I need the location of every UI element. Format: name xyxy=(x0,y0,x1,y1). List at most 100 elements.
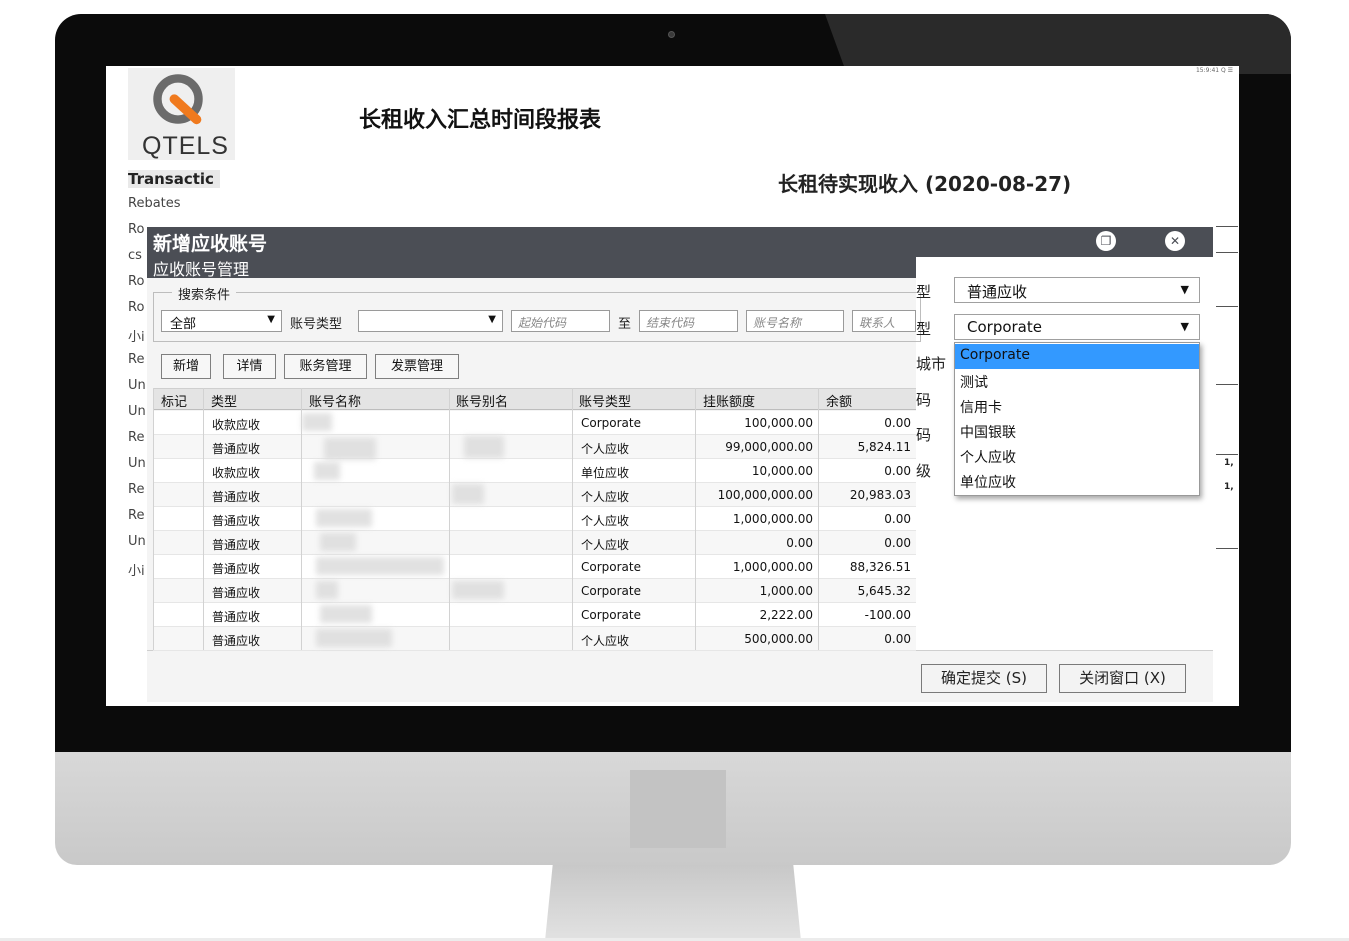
camera-icon xyxy=(668,31,675,38)
sidebar-item-transactions[interactable]: Transactic xyxy=(128,170,220,188)
grid-divider xyxy=(818,388,819,650)
receivable-type-select[interactable]: 普通应收 ▼ xyxy=(954,277,1200,303)
cell-account-type: 个人应收 xyxy=(581,514,630,528)
cell-type: 普通应收 xyxy=(212,490,261,504)
cell-credit: 1,000,000.00 xyxy=(732,560,813,574)
form-label: 级 xyxy=(916,462,932,480)
monitor-logo xyxy=(630,770,726,848)
contact-input[interactable]: 联系人 xyxy=(852,310,916,332)
cell-balance: 0.00 xyxy=(884,512,911,526)
account-type-form-select[interactable]: Corporate ▼ xyxy=(954,314,1200,340)
grid-divider xyxy=(449,388,450,650)
report-rule xyxy=(1216,226,1238,227)
end-code-input[interactable]: 结束代码 xyxy=(639,310,738,332)
cell-credit: 10,000.00 xyxy=(751,464,813,478)
cell-credit: 2,222.00 xyxy=(759,608,813,622)
account-type-select[interactable]: ▼ xyxy=(358,310,503,332)
dropdown-option[interactable]: 测试 xyxy=(955,369,1199,394)
form-label: 码 xyxy=(916,391,932,409)
invoice-button[interactable]: 发票管理 xyxy=(375,354,459,379)
cell-balance: 5,645.32 xyxy=(857,584,911,598)
redacted-cell xyxy=(464,436,504,458)
form-label: 城市 xyxy=(916,355,947,373)
dropdown-option-corporate[interactable]: Corporate xyxy=(955,344,1199,369)
dialog-title: 新增应收账号 xyxy=(153,233,268,255)
account-type-form-value: Corporate xyxy=(967,318,1042,336)
report-rule xyxy=(1216,252,1238,253)
column-header-credit-limit[interactable]: 挂账额度 xyxy=(703,391,755,410)
caret-down-icon: ▼ xyxy=(488,314,496,325)
column-header-flag[interactable]: 标记 xyxy=(161,391,187,410)
cell-balance: 20,983.03 xyxy=(849,488,911,502)
redacted-cell xyxy=(316,509,372,527)
report-value: 1, xyxy=(1224,482,1234,492)
report-title: 长租收入汇总时间段报表 xyxy=(359,108,602,133)
cell-account-type: 个人应收 xyxy=(581,634,630,648)
report-rule xyxy=(1216,454,1238,455)
cell-account-type: Corporate xyxy=(581,560,641,574)
redacted-cell xyxy=(320,605,372,623)
cell-type: 普通应收 xyxy=(212,610,261,624)
dropdown-option[interactable]: 单位应收 xyxy=(955,469,1199,494)
cell-balance: 0.00 xyxy=(884,464,911,478)
report-subtitle: 长租待实现收入 (2020-08-27) xyxy=(778,172,1072,196)
caret-down-icon: ▼ xyxy=(1180,320,1189,333)
close-icon[interactable]: ✕ xyxy=(1165,231,1185,251)
cell-balance: 5,824.11 xyxy=(857,440,911,454)
dialog-titlebar[interactable] xyxy=(147,227,1213,257)
qtels-logo: QTELS xyxy=(128,68,235,160)
cell-type: 普通应收 xyxy=(212,514,261,528)
grid-divider xyxy=(153,388,154,650)
cell-account-type: Corporate xyxy=(581,416,641,430)
dropdown-option[interactable]: 信用卡 xyxy=(955,394,1199,419)
grid-header xyxy=(153,388,916,410)
cell-account-type: 个人应收 xyxy=(581,538,630,552)
close-window-button[interactable]: 关闭窗口 (X) xyxy=(1059,664,1186,693)
column-header-account-alias[interactable]: 账号别名 xyxy=(456,391,508,410)
cell-balance: 0.00 xyxy=(884,536,911,550)
column-header-type[interactable]: 类型 xyxy=(211,391,237,410)
cell-balance: 0.00 xyxy=(884,632,911,646)
column-header-balance[interactable]: 余额 xyxy=(826,391,852,410)
grid-divider xyxy=(695,388,696,650)
account-type-dropdown: Corporate 测试 信用卡 中国银联 个人应收 单位应收 xyxy=(954,342,1200,496)
search-legend: 搜索条件 xyxy=(172,284,237,303)
finance-button[interactable]: 账务管理 xyxy=(284,354,367,379)
cell-credit: 500,000.00 xyxy=(744,632,813,646)
redacted-cell xyxy=(302,413,332,431)
cell-account-type: 个人应收 xyxy=(581,490,630,504)
restore-icon[interactable]: ❐ xyxy=(1096,231,1116,251)
redacted-cell xyxy=(316,629,392,647)
cell-type: 普通应收 xyxy=(212,586,261,600)
start-code-input[interactable]: 起始代码 xyxy=(511,310,610,332)
form-label: 型 xyxy=(916,320,932,338)
cell-type: 普通应收 xyxy=(212,562,261,576)
cell-type: 收款应收 xyxy=(212,466,261,480)
sidebar-item-rebates[interactable]: Rebates xyxy=(128,196,220,211)
cell-credit: 0.00 xyxy=(786,536,813,550)
cell-balance: 0.00 xyxy=(884,416,911,430)
account-name-input[interactable]: 账号名称 xyxy=(746,310,844,332)
scope-select-value: 全部 xyxy=(170,317,197,332)
caret-down-icon: ▼ xyxy=(267,314,275,325)
column-header-account-name[interactable]: 账号名称 xyxy=(309,391,361,410)
bezel-glare xyxy=(825,14,1291,74)
cell-balance: -100.00 xyxy=(864,608,911,622)
column-header-account-type[interactable]: 账号类型 xyxy=(579,391,631,410)
details-button[interactable]: 详情 xyxy=(223,354,276,379)
cell-credit: 1,000,000.00 xyxy=(732,512,813,526)
cell-balance: 88,326.51 xyxy=(849,560,911,574)
to-label: 至 xyxy=(618,317,632,332)
dropdown-option[interactable]: 中国银联 xyxy=(955,419,1199,444)
cell-account-type: Corporate xyxy=(581,608,641,622)
grid-divider xyxy=(572,388,573,650)
submit-button[interactable]: 确定提交 (S) xyxy=(921,664,1047,693)
add-button[interactable]: 新增 xyxy=(161,354,211,379)
form-label: 型 xyxy=(916,283,932,301)
scope-select[interactable]: 全部 ▼ xyxy=(161,310,282,332)
receivable-type-value: 普通应收 xyxy=(967,283,1028,301)
cell-type: 普通应收 xyxy=(212,634,261,648)
dialog-subtitle-bar xyxy=(147,257,916,278)
status-text: 15:9:41 Q ☰ xyxy=(1195,67,1233,74)
dropdown-option[interactable]: 个人应收 xyxy=(955,444,1199,469)
